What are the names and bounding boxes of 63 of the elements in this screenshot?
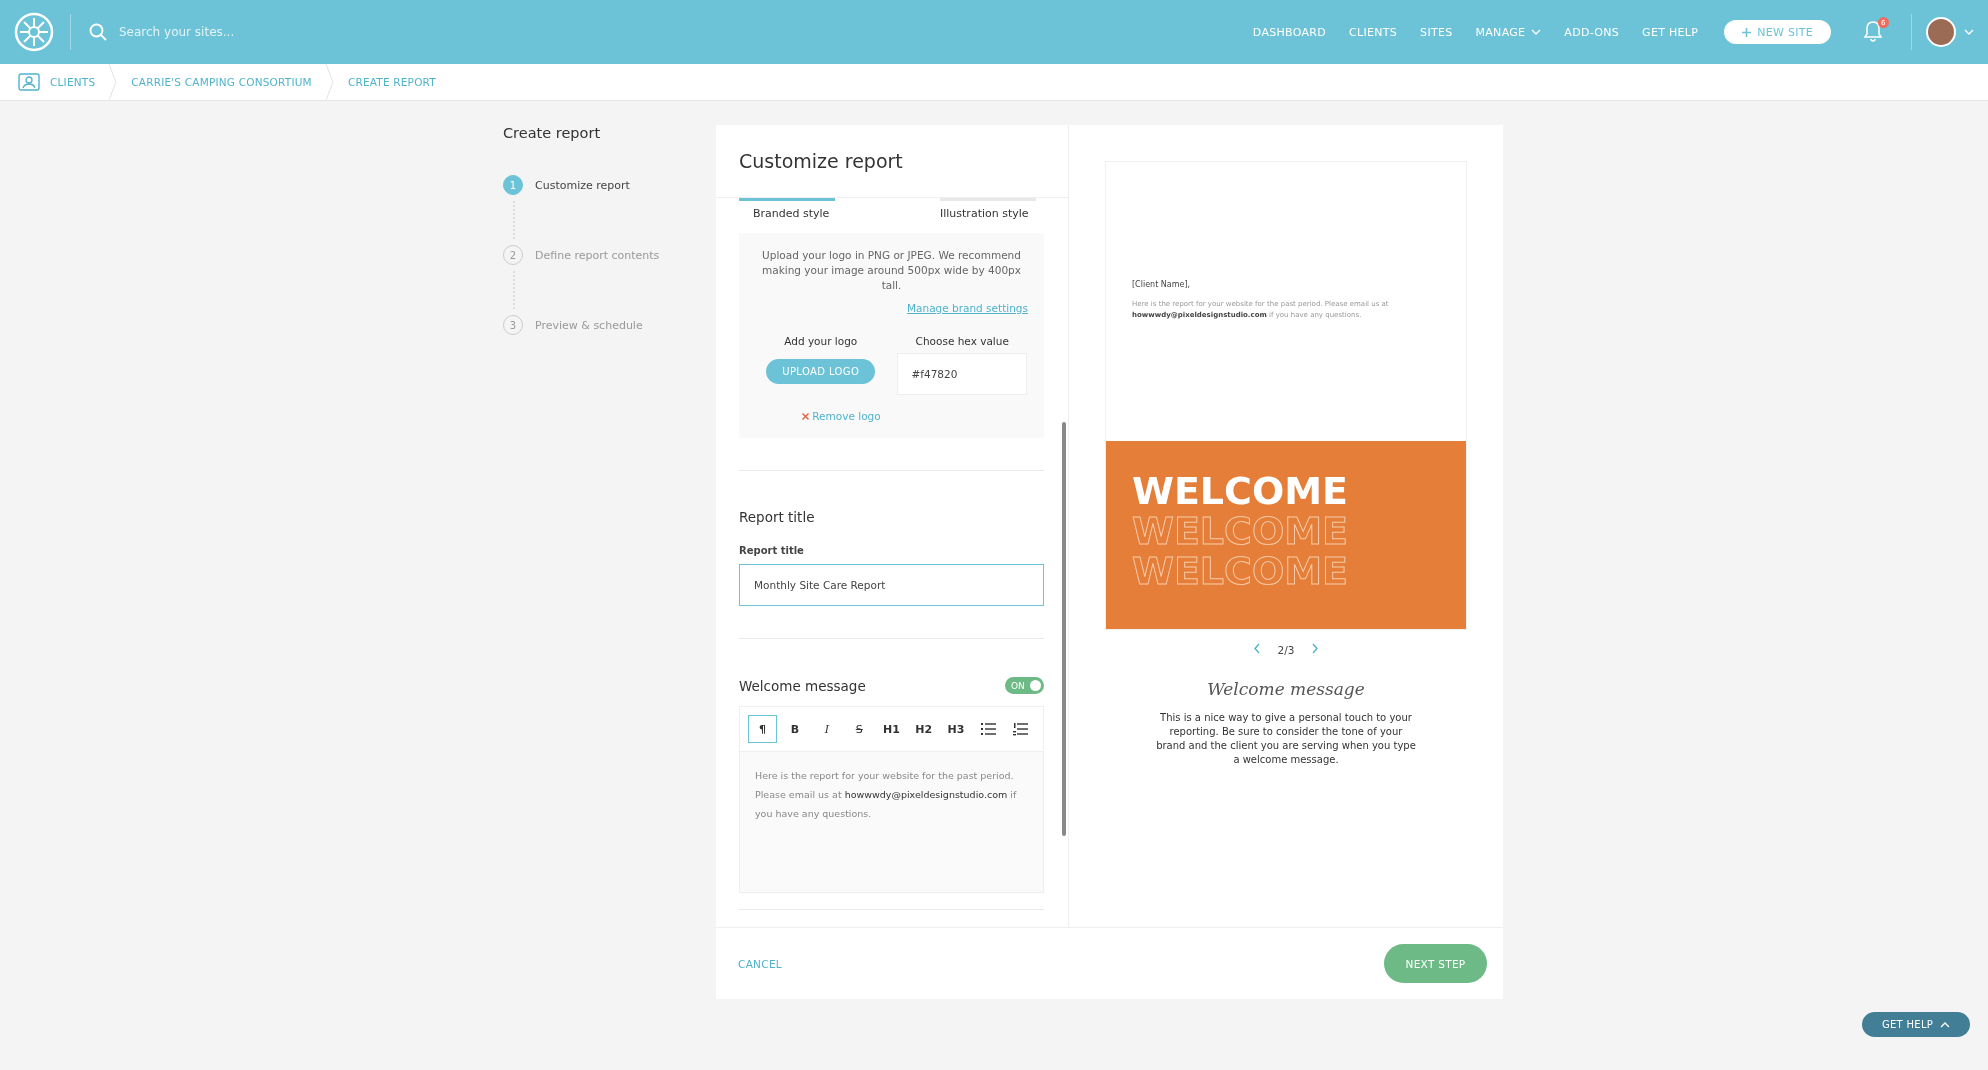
toolbar-button[interactable]: H3 [941,715,971,743]
nav-link[interactable]: ADD-ONS [1564,25,1620,39]
search-field[interactable]: Search your sites... [117,24,421,40]
bell-icon[interactable] [1863,20,1883,42]
caret-icon [1940,1021,1951,1028]
nav-link[interactable]: DASHBOARD [1252,25,1327,39]
cancel-link[interactable]: CANCEL [732,956,788,971]
toolbar-button[interactable]: S [844,715,874,743]
chevron-right-icon [1312,643,1319,654]
report-title-input[interactable]: Monthly Site Care Report [739,564,1044,606]
nav-link[interactable]: GET HELP [1642,25,1699,39]
page-counter: 2/3 [1277,643,1295,656]
toggle-switch[interactable]: ON [1005,677,1044,694]
plus-icon [1742,27,1752,37]
field-label: Choose hex value [914,334,1010,349]
banner-outline-title: WELCOME [1132,511,1350,551]
hex-input[interactable]: #f47820 [896,353,1027,395]
brand-settings-link[interactable]: Manage brand settings [755,301,1028,316]
breadcrumb-link[interactable]: CARRIE'S CAMPING CONSORTIUM [131,76,312,88]
upload-logo-button[interactable]: UPLOAD LOGO [766,359,876,384]
preview-description: This is a nice way to give a personal touch to your reporting. Be sure to consider the tone of your brand and the client you are serving when you type a welcome message. [1155,711,1417,767]
toolbar-button[interactable]: B [780,715,810,743]
get-help-button[interactable]: GET HELP [1862,1012,1970,1037]
step-label[interactable]: Preview & schedule [535,318,643,332]
toolbar-button[interactable]: I [812,715,842,743]
style-tab[interactable]: Illustration style [940,198,1036,220]
avatar[interactable] [1926,17,1956,47]
next-step-button[interactable]: NEXT STEP [1384,944,1487,983]
preview-heading: Welcome message [1207,679,1365,699]
step-number: 1 [503,175,523,195]
message-text[interactable]: Here is the report for your website for the past period. Please email us at howwwdy@pixeldesignstudio.com if you have any questions. [740,752,1043,892]
breadcrumb-link[interactable]: CREATE REPORT [347,76,436,88]
scrollbar[interactable] [1062,422,1066,836]
banner-title: WELCOME [1132,471,1350,511]
banner-outline-title: WELCOME [1132,551,1350,591]
style-tab[interactable]: Branded style [739,198,835,220]
page-title: Create report [503,125,602,141]
section-heading: Welcome message [739,677,866,694]
clients-icon [18,73,40,91]
section-heading: Report title [739,509,816,525]
bullet-list-icon [980,723,996,735]
breadcrumb-link[interactable]: CLIENTS [18,73,96,91]
field-label: Add your logo [783,334,859,349]
remove-logo-link[interactable]: Remove logo [716,409,1028,424]
chevron-left-icon [1253,643,1260,654]
caret-icon[interactable] [1964,29,1974,35]
step-label[interactable]: Customize report [535,178,630,192]
caret-icon [1531,29,1542,35]
numbered-list-icon [1012,722,1028,736]
nav-link[interactable]: MANAGE [1475,25,1542,39]
close-icon [802,413,810,420]
nav-link[interactable]: CLIENTS [1349,25,1398,39]
field-label: Report title [739,545,805,556]
preview-greeting: [Client Name], [1132,280,1192,289]
toolbar-button[interactable]: H2 [909,715,939,743]
logo-icon[interactable] [14,12,54,52]
toolbar-button[interactable]: H1 [876,715,907,743]
toolbar-button[interactable]: ¶ [748,715,778,743]
search-icon [89,23,107,41]
new-site-button[interactable]: NEW SITE [1724,20,1831,44]
step-label[interactable]: Define report contents [535,248,660,262]
nav-link[interactable]: SITES [1420,25,1453,39]
instructions-text: Upload your logo in PNG or JPEG. We recommend making your image around 500px wide by 400px tall. [761,248,1022,293]
